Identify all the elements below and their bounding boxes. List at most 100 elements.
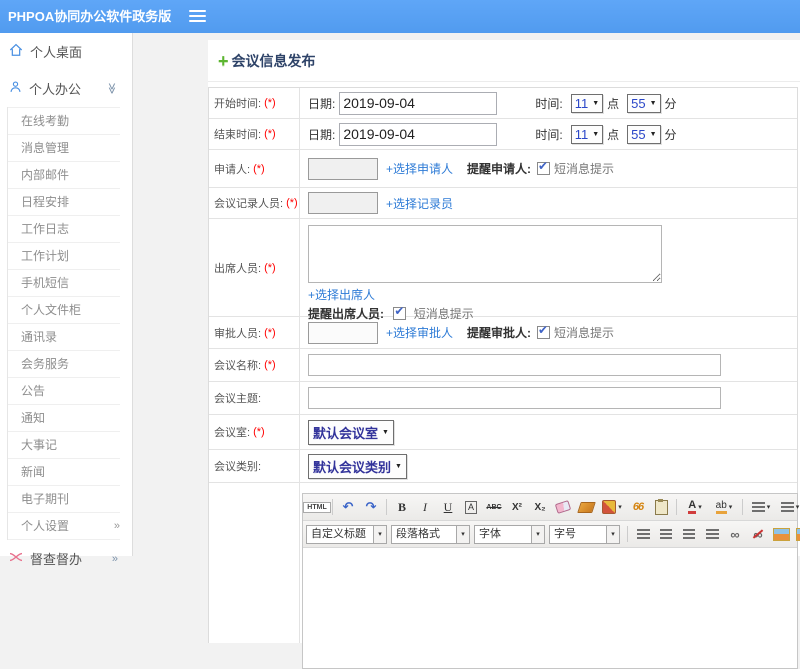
redo-button[interactable]: ↷ bbox=[360, 496, 382, 518]
underline-button[interactable]: U bbox=[437, 496, 459, 518]
required-mark: (*) bbox=[264, 128, 276, 140]
sidebar-item-e-journal[interactable]: 电子期刊 bbox=[8, 486, 120, 513]
row-meeting-name: 会议名称:(*) bbox=[209, 349, 797, 382]
meeting-form: 开始时间:(*) 日期: 时间: 11▼ 点 55▼ 分 结束时间:(*) 日期… bbox=[208, 87, 798, 643]
dropdown-arrow-icon: ▾ bbox=[767, 503, 771, 511]
sidebar-item-notice[interactable]: 通知 bbox=[8, 405, 120, 432]
sidebar-item-work-plan[interactable]: 工作计划 bbox=[8, 243, 120, 270]
sidebar-item-work-log[interactable]: 工作日志 bbox=[8, 216, 120, 243]
eraser-icon bbox=[555, 500, 571, 514]
heading-dropdown[interactable]: 自定义标题▾ bbox=[306, 525, 387, 544]
start-date-input[interactable] bbox=[339, 92, 497, 115]
ordered-list-button[interactable]: ▾ bbox=[747, 496, 775, 518]
select-arrow-icon: ▼ bbox=[650, 100, 657, 107]
meeting-type-select[interactable]: 默认会议类别▼ bbox=[308, 454, 407, 479]
top-bar: PHPOA协同办公软件政务版 bbox=[0, 0, 800, 33]
italic-button[interactable]: I bbox=[414, 496, 436, 518]
dropdown-arrow-icon: ▾ bbox=[607, 525, 620, 544]
sidebar-item-schedule[interactable]: 日程安排 bbox=[8, 189, 120, 216]
upload-image-button[interactable] bbox=[793, 523, 800, 545]
undo-button[interactable]: ↶ bbox=[337, 496, 359, 518]
sidebar-item-sms[interactable]: 手机短信 bbox=[8, 270, 120, 297]
end-hour-select[interactable]: 11▼ bbox=[571, 125, 603, 144]
bold-button[interactable]: B bbox=[391, 496, 413, 518]
editor-content-area[interactable] bbox=[303, 548, 797, 668]
select-arrow-icon: ▼ bbox=[395, 463, 402, 470]
remove-format-button[interactable] bbox=[552, 496, 574, 518]
sidebar-item-announcement[interactable]: 公告 bbox=[8, 378, 120, 405]
end-minute-select[interactable]: 55▼ bbox=[627, 125, 660, 144]
sidebar-item-desktop[interactable]: 个人桌面 bbox=[0, 33, 132, 70]
hamburger-menu-icon[interactable] bbox=[189, 10, 206, 23]
format-box-button[interactable]: A bbox=[460, 496, 482, 518]
paragraph-format-dropdown[interactable]: 段落格式▾ bbox=[391, 525, 470, 544]
required-mark: (*) bbox=[264, 327, 276, 339]
end-date-input[interactable] bbox=[339, 123, 497, 146]
superscript-button[interactable]: X² bbox=[506, 496, 528, 518]
sidebar-item-news[interactable]: 新闻 bbox=[8, 459, 120, 486]
meeting-name-input[interactable] bbox=[308, 354, 721, 376]
required-mark: (*) bbox=[264, 359, 276, 371]
sidebar-item-internal-mail[interactable]: 内部邮件 bbox=[8, 162, 120, 189]
sms-remind-checkbox[interactable]: ✔ bbox=[537, 326, 550, 339]
choose-applicant-link[interactable]: +选择申请人 bbox=[386, 160, 453, 177]
approver-input[interactable] bbox=[308, 322, 378, 344]
clipboard-icon bbox=[655, 500, 668, 515]
strikethrough-button[interactable]: ABC bbox=[483, 496, 505, 518]
sidebar-item-attendance[interactable]: 在线考勤 bbox=[8, 107, 120, 135]
align-center-button[interactable] bbox=[655, 523, 677, 545]
insert-image-button[interactable] bbox=[770, 523, 792, 545]
sms-remind-checkbox[interactable]: ✔ bbox=[537, 162, 550, 175]
app-title: PHPOA协同办公软件政务版 bbox=[0, 0, 171, 33]
hour-suffix: 点 bbox=[607, 126, 619, 143]
format-brush-button[interactable] bbox=[575, 496, 597, 518]
align-right-button[interactable] bbox=[678, 523, 700, 545]
hour-suffix: 点 bbox=[607, 95, 619, 112]
attendees-textarea[interactable] bbox=[308, 225, 662, 283]
sidebar-item-supervision[interactable]: 督查督办 » bbox=[0, 540, 132, 577]
choose-attendees-link[interactable]: +选择出席人 bbox=[308, 288, 375, 302]
required-mark: (*) bbox=[264, 262, 276, 274]
sms-remind-checkbox[interactable]: ✔ bbox=[393, 307, 406, 320]
field-label: 审批人员: bbox=[214, 325, 261, 341]
sidebar-item-label: 个人办公 bbox=[29, 79, 81, 98]
remove-link-button[interactable]: ∞ bbox=[747, 523, 769, 545]
applicant-input[interactable] bbox=[308, 158, 378, 180]
blockquote-button[interactable]: 66 bbox=[627, 496, 649, 518]
row-meeting-topic: 会议主题: bbox=[209, 382, 797, 415]
choose-approver-link[interactable]: +选择审批人 bbox=[386, 324, 453, 341]
check-icon: ✔ bbox=[538, 323, 548, 337]
sidebar-item-settings[interactable]: 个人设置 » bbox=[8, 513, 120, 540]
paste-button[interactable] bbox=[650, 496, 672, 518]
start-minute-select[interactable]: 55▼ bbox=[627, 94, 660, 113]
sidebar-item-contacts[interactable]: 通讯录 bbox=[8, 324, 120, 351]
field-label: 会议类别: bbox=[214, 458, 261, 474]
sidebar-item-meeting-service[interactable]: 会务服务 bbox=[8, 351, 120, 378]
justify-button[interactable] bbox=[701, 523, 723, 545]
recorder-input[interactable] bbox=[308, 192, 378, 214]
dropdown-arrow-icon: ▾ bbox=[374, 525, 387, 544]
subscript-button[interactable]: X₂ bbox=[529, 496, 551, 518]
start-hour-select[interactable]: 11▼ bbox=[571, 94, 603, 113]
font-family-dropdown[interactable]: 字体▾ bbox=[474, 525, 545, 544]
align-left-button[interactable] bbox=[632, 523, 654, 545]
meeting-room-select[interactable]: 默认会议室▼ bbox=[308, 420, 394, 445]
sidebar-item-messages[interactable]: 消息管理 bbox=[8, 135, 120, 162]
rich-text-editor: HTML ↶ ↷ B I U A ABC X² X₂ ▾ bbox=[302, 493, 798, 669]
highlight-color-button[interactable]: ab▾ bbox=[710, 496, 738, 518]
font-size-dropdown[interactable]: 字号▾ bbox=[549, 525, 620, 544]
sidebar-item-file-cabinet[interactable]: 个人文件柜 bbox=[8, 297, 120, 324]
field-label: 出席人员: bbox=[214, 260, 261, 276]
image-add-icon bbox=[796, 528, 800, 541]
insert-link-button[interactable]: ∞ bbox=[724, 523, 746, 545]
html-source-button[interactable]: HTML bbox=[306, 496, 328, 518]
choose-recorder-link[interactable]: +选择记录员 bbox=[386, 195, 453, 212]
font-color-button[interactable]: A▾ bbox=[681, 496, 709, 518]
style-palette-button[interactable]: ▾ bbox=[598, 496, 626, 518]
field-label: 会议室: bbox=[214, 424, 250, 440]
unordered-list-button[interactable]: ▾ bbox=[776, 496, 800, 518]
sidebar-item-personal-office[interactable]: 个人办公 ≫ bbox=[0, 70, 132, 107]
remind-label: 提醒申请人: bbox=[467, 160, 531, 177]
sidebar-item-events[interactable]: 大事记 bbox=[8, 432, 120, 459]
meeting-topic-input[interactable] bbox=[308, 387, 721, 409]
